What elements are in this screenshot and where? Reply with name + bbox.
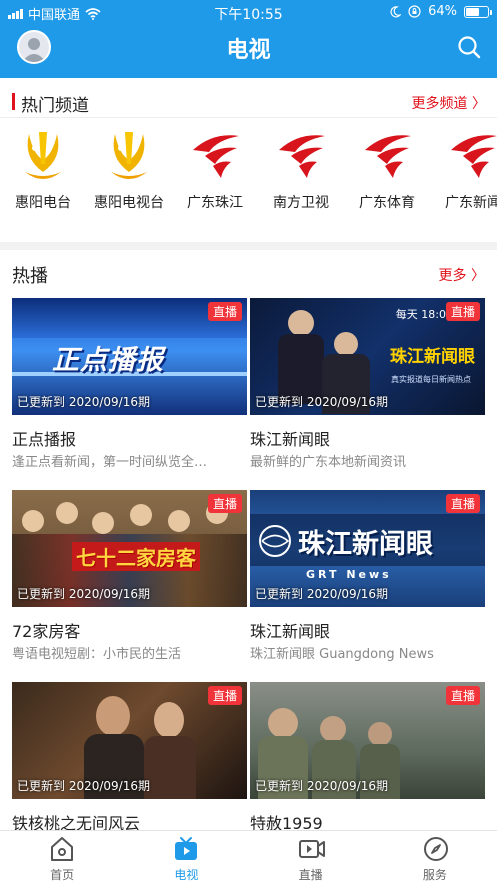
gdtv-logo-icon bbox=[365, 135, 411, 178]
channels-section: 热门频道 更多频道 〉 惠阳电台 惠阳电视台 广东珠江 南方卫视 广东体育 广东… bbox=[0, 78, 497, 242]
program-thumbnail: 直播 已更新到 2020/09/16期 bbox=[12, 682, 247, 799]
channel-item[interactable]: 广东新闻 bbox=[430, 118, 497, 238]
channel-label: 广东体育 bbox=[359, 195, 415, 211]
program-desc: 逢正点看新闻，第一时间纵览全… bbox=[12, 455, 208, 470]
rotation-lock-icon bbox=[408, 5, 421, 18]
channel-item[interactable]: 惠阳电台 bbox=[0, 118, 86, 238]
channel-item[interactable]: 南方卫视 bbox=[258, 118, 344, 238]
battery-icon bbox=[464, 5, 492, 18]
program-title: 正点播报 bbox=[12, 430, 77, 449]
more-channels-link[interactable]: 更多频道 〉 bbox=[412, 93, 486, 113]
program-card[interactable]: 直播 已更新到 2020/09/16期 特赦1959 bbox=[250, 682, 485, 833]
program-desc: 珠江新闻眼 Guangdong News bbox=[250, 647, 434, 662]
channel-list: 惠阳电台 惠阳电视台 广东珠江 南方卫视 广东体育 广东新闻 bbox=[0, 118, 497, 238]
tab-bar: 首页 电视 直播 服务 bbox=[0, 830, 497, 883]
program-thumbnail: 每天 18:00 珠江新闻眼 真实报道每日新闻热点 直播 已更新到 2020/0… bbox=[250, 298, 485, 415]
channel-label: 南方卫视 bbox=[273, 195, 329, 211]
thumbnail-subtitle: GRT News bbox=[306, 568, 392, 581]
tv-icon bbox=[175, 837, 198, 860]
live-badge: 直播 bbox=[445, 686, 480, 705]
live-badge: 直播 bbox=[445, 494, 480, 513]
program-card[interactable]: 正点播报 直播 已更新到 2020/09/16期 正点播报 逢正点看新闻，第一时… bbox=[12, 298, 247, 478]
gdtv-logo-icon bbox=[451, 135, 497, 178]
program-title: 珠江新闻眼 bbox=[250, 622, 331, 641]
gdtv-logo-icon bbox=[279, 135, 325, 178]
channels-header: 热门频道 更多频道 〉 bbox=[0, 84, 497, 118]
program-card[interactable]: 每天 18:00 珠江新闻眼 真实报道每日新闻热点 直播 已更新到 2020/0… bbox=[250, 298, 485, 478]
tab-live[interactable]: 直播 bbox=[249, 831, 373, 883]
thumbnail-caption: 珠江新闻眼 bbox=[298, 529, 433, 560]
channel-label: 惠阳电视台 bbox=[94, 195, 164, 211]
video-camera-icon bbox=[298, 840, 325, 858]
tab-label: 服务 bbox=[422, 868, 447, 882]
update-text: 已更新到 2020/09/16期 bbox=[17, 587, 150, 601]
channel-item[interactable]: 广东珠江 bbox=[172, 118, 258, 238]
channels-title: 热门频道 bbox=[21, 96, 89, 116]
tab-label: 直播 bbox=[298, 868, 323, 882]
huiyang-logo-icon bbox=[111, 132, 147, 179]
update-text: 已更新到 2020/09/16期 bbox=[17, 779, 150, 793]
live-badge: 直播 bbox=[207, 686, 242, 705]
program-title: 珠江新闻眼 bbox=[250, 430, 331, 449]
tab-label: 电视 bbox=[174, 868, 199, 882]
update-text: 已更新到 2020/09/16期 bbox=[255, 587, 388, 601]
thumbnail-tagline: 真实报道每日新闻热点 bbox=[391, 375, 471, 384]
page-title: 电视 bbox=[226, 38, 271, 63]
program-desc: 最新鲜的广东本地新闻资讯 bbox=[250, 455, 407, 470]
globe-icon bbox=[259, 525, 291, 557]
tab-home[interactable]: 首页 bbox=[0, 831, 124, 883]
program-title: 72家房客 bbox=[12, 622, 81, 641]
program-thumbnail: 正点播报 直播 已更新到 2020/09/16期 bbox=[12, 298, 247, 415]
status-bar: 中国联通 下午10:55 64% bbox=[0, 0, 497, 24]
top-bar: 中国联通 下午10:55 64% 电视 bbox=[0, 0, 497, 78]
hot-section: 热播 更多 〉 正点播报 直播 已更新到 2020/09/16期 正点播报 逢正… bbox=[0, 250, 497, 833]
thumbnail-caption: 七十二家房客 bbox=[72, 542, 200, 571]
channel-label: 广东珠江 bbox=[187, 195, 243, 211]
update-text: 已更新到 2020/09/16期 bbox=[255, 779, 388, 793]
thumbnail-caption: 珠江新闻眼 bbox=[390, 347, 475, 367]
tab-tv[interactable]: 电视 bbox=[124, 831, 248, 883]
program-card[interactable]: 七十二家房客 直播 已更新到 2020/09/16期 72家房客 粤语电视短剧：… bbox=[12, 490, 247, 670]
program-thumbnail: 直播 已更新到 2020/09/16期 bbox=[250, 682, 485, 799]
section-marker bbox=[12, 93, 15, 110]
live-badge: 直播 bbox=[207, 494, 242, 513]
gdtv-logo-icon bbox=[193, 135, 239, 178]
program-thumbnail: 珠江新闻眼 GRT News 直播 已更新到 2020/09/16期 bbox=[250, 490, 485, 607]
hot-title: 热播 bbox=[12, 266, 48, 287]
tab-label: 首页 bbox=[50, 868, 75, 882]
thumbnail-caption: 正点播报 bbox=[52, 345, 164, 376]
hot-more-link[interactable]: 更多 〉 bbox=[439, 265, 485, 285]
update-text: 已更新到 2020/09/16期 bbox=[255, 395, 388, 409]
channel-label: 惠阳电台 bbox=[15, 195, 71, 211]
battery-percent: 64% bbox=[428, 4, 457, 19]
home-icon bbox=[51, 837, 74, 861]
huiyang-logo-icon bbox=[25, 132, 61, 179]
tab-services[interactable]: 服务 bbox=[373, 831, 497, 883]
program-desc: 粤语电视短剧：小市民的生活 bbox=[12, 647, 182, 662]
channel-label: 广东新闻 bbox=[445, 195, 497, 211]
channel-item[interactable]: 惠阳电视台 bbox=[86, 118, 172, 238]
thumbnail-subtitle: 每天 18:00 bbox=[395, 308, 453, 321]
program-card[interactable]: 珠江新闻眼 GRT News 直播 已更新到 2020/09/16期 珠江新闻眼… bbox=[250, 490, 485, 670]
live-badge: 直播 bbox=[445, 302, 480, 321]
update-text: 已更新到 2020/09/16期 bbox=[17, 395, 150, 409]
program-card[interactable]: 直播 已更新到 2020/09/16期 铁核桃之无间风云 bbox=[12, 682, 247, 833]
search-icon[interactable] bbox=[457, 35, 481, 59]
live-badge: 直播 bbox=[207, 302, 242, 321]
moon-icon bbox=[390, 5, 402, 17]
compass-icon bbox=[423, 837, 448, 861]
program-thumbnail: 七十二家房客 直播 已更新到 2020/09/16期 bbox=[12, 490, 247, 607]
channel-item[interactable]: 广东体育 bbox=[344, 118, 430, 238]
